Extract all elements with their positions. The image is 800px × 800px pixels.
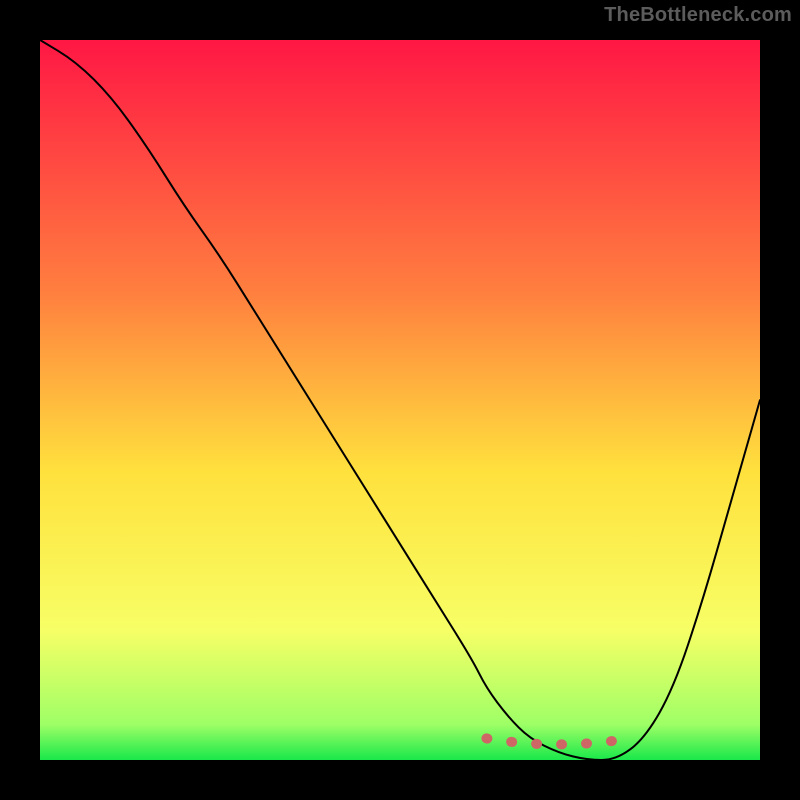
chart-svg [40, 40, 760, 760]
watermark-text: TheBottleneck.com [604, 4, 792, 27]
chart-viewport [40, 40, 760, 760]
chart-frame: TheBottleneck.com [0, 0, 800, 800]
